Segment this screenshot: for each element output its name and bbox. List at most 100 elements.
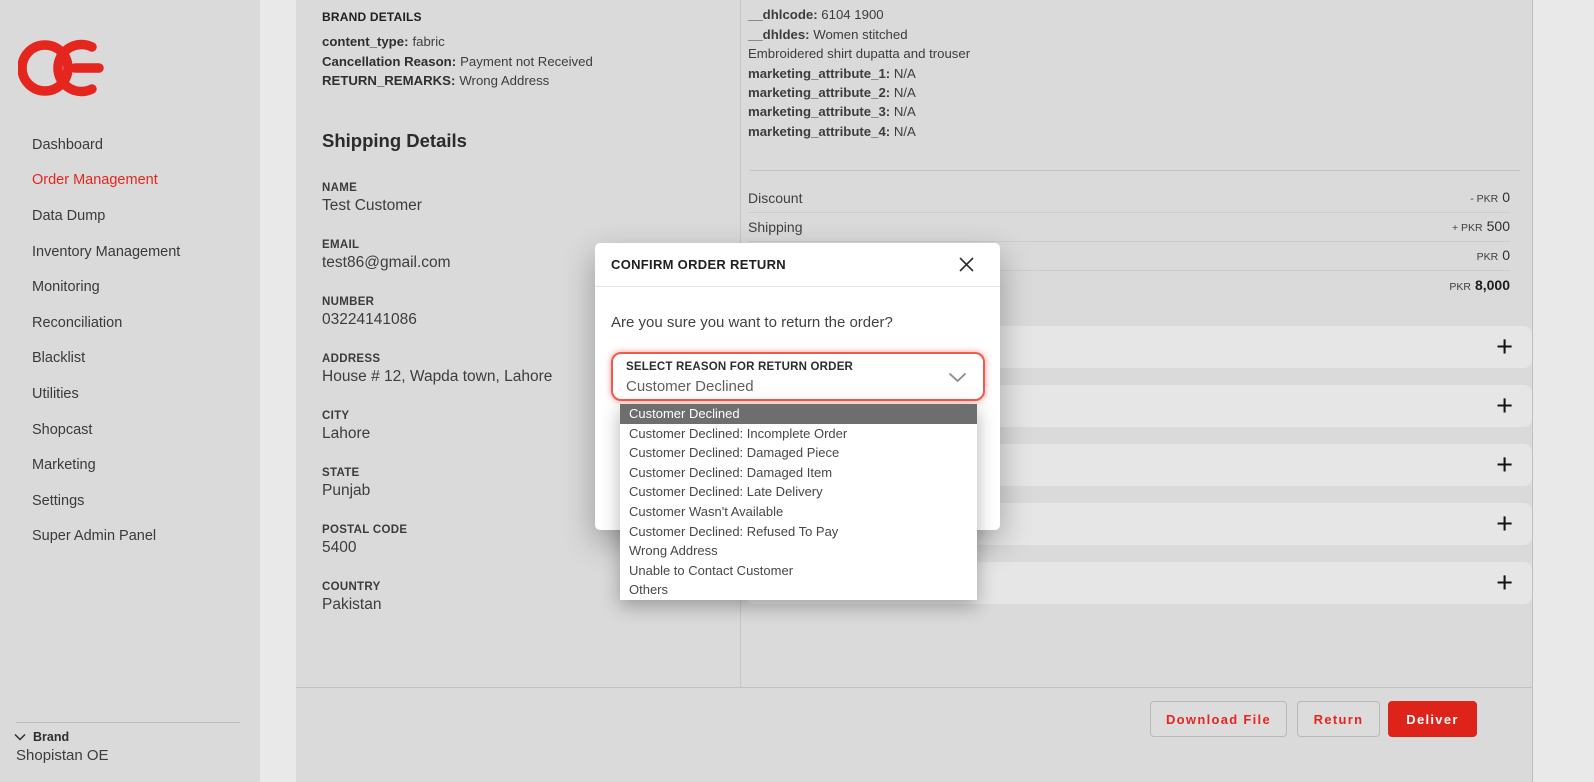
- amount-currency: PKR: [1477, 251, 1499, 263]
- brand-details-section: BRAND DETAILS content_type: fabric Cancel…: [322, 10, 722, 91]
- attr-value: S: [781, 0, 790, 3]
- oe-logo-icon: [18, 36, 104, 105]
- brand-detail-line: RETURN_REMARKS: Wrong Address: [322, 71, 722, 91]
- chevron-down-icon: [14, 733, 26, 741]
- attr-label: marketing_attribute_4:: [748, 124, 890, 139]
- page-root: Dashboard Order Management Data Dump Inv…: [0, 0, 1594, 782]
- amount-currency: - PKR: [1470, 193, 1498, 205]
- close-button[interactable]: [956, 255, 976, 275]
- product-attributes: size: S __dhlcode: 6104 1900 __dhldes: W…: [748, 0, 986, 141]
- detail-label: content_type:: [322, 34, 408, 49]
- return-reason-select[interactable]: SELECT REASON FOR RETURN ORDER Customer …: [611, 352, 985, 401]
- sidebar-item-utilities[interactable]: Utilities: [0, 376, 260, 412]
- reason-option-damaged-piece[interactable]: Customer Declined: Damaged Piece: [620, 443, 977, 463]
- attr-value: N/A: [894, 104, 916, 119]
- sidebar-item-shopcast[interactable]: Shopcast: [0, 412, 260, 448]
- sidebar-item-marketing[interactable]: Marketing: [0, 447, 260, 483]
- amount-value: 8,000: [1475, 277, 1510, 293]
- brand-detail-line: content_type: fabric: [322, 32, 722, 52]
- reason-option-late-delivery[interactable]: Customer Declined: Late Delivery: [620, 482, 977, 502]
- amount-label: Discount: [748, 190, 802, 206]
- amount-currency: + PKR: [1452, 222, 1483, 234]
- attr-label: marketing_attribute_1:: [748, 66, 890, 81]
- sidebar-item-reconciliation[interactable]: Reconciliation: [0, 305, 260, 341]
- amount-figure: - PKR 0: [1470, 189, 1510, 207]
- reason-option-incomplete-order[interactable]: Customer Declined: Incomplete Order: [620, 424, 977, 444]
- amount-row-shipping: Shipping + PKR 500: [748, 213, 1510, 242]
- sidebar-item-blacklist[interactable]: Blacklist: [0, 341, 260, 377]
- sidebar-footer-divider: [16, 722, 240, 723]
- reason-option-customer-wasnt-available[interactable]: Customer Wasn't Available: [620, 502, 977, 522]
- field-value: Test Customer: [322, 197, 726, 215]
- sidebar-item-monitoring[interactable]: Monitoring: [0, 269, 260, 305]
- reason-option-damaged-item[interactable]: Customer Declined: Damaged Item: [620, 463, 977, 483]
- amount-value: 0: [1502, 247, 1510, 263]
- reason-select-value: Customer Declined: [626, 378, 754, 395]
- reason-option-others[interactable]: Others: [620, 580, 977, 600]
- download-file-button[interactable]: Download File: [1150, 701, 1287, 737]
- brand-name: Shopistan OE: [16, 747, 109, 764]
- amount-currency: PKR: [1449, 281, 1471, 293]
- amount-value: 0: [1502, 189, 1510, 205]
- attr-value: N/A: [894, 66, 916, 81]
- reason-option-unable-to-contact[interactable]: Unable to Contact Customer: [620, 561, 977, 581]
- brand-details-title: BRAND DETAILS: [322, 10, 722, 24]
- brand-detail-line: Cancellation Reason: Payment not Received: [322, 52, 722, 72]
- brand-selector[interactable]: Brand: [14, 730, 69, 744]
- detail-value: Payment not Received: [460, 54, 593, 69]
- modal-title: CONFIRM ORDER RETURN: [611, 257, 786, 272]
- brand-selector-label: Brand: [33, 730, 69, 744]
- detail-label: RETURN_REMARKS:: [322, 73, 455, 88]
- sidebar-item-inventory-management[interactable]: Inventory Management: [0, 234, 260, 270]
- shipping-details-title: Shipping Details: [322, 130, 467, 152]
- amount-figure: PKR 8,000: [1449, 277, 1510, 295]
- sidebar-item-dashboard[interactable]: Dashboard: [0, 127, 260, 163]
- amount-value: 500: [1487, 218, 1510, 234]
- product-attribute-line: marketing_attribute_2: N/A: [748, 83, 986, 102]
- sidebar: Dashboard Order Management Data Dump Inv…: [0, 0, 260, 782]
- chevron-down-icon: [948, 372, 967, 383]
- plus-icon: +: [1496, 510, 1513, 539]
- modal-header: CONFIRM ORDER RETURN: [595, 243, 1000, 287]
- amount-figure: + PKR 500: [1452, 218, 1510, 236]
- product-attribute-line: marketing_attribute_1: N/A: [748, 64, 986, 83]
- attr-label: __dhlcode:: [748, 7, 818, 22]
- attr-label: size:: [748, 0, 777, 3]
- plus-icon: +: [1496, 392, 1513, 421]
- reason-option-refused-to-pay[interactable]: Customer Declined: Refused To Pay: [620, 522, 977, 542]
- reason-option-wrong-address[interactable]: Wrong Address: [620, 541, 977, 561]
- field-label: NAME: [322, 182, 726, 194]
- footer-divider: [296, 687, 1533, 688]
- amount-figure: PKR0: [1477, 247, 1510, 265]
- sidebar-item-data-dump[interactable]: Data Dump: [0, 198, 260, 234]
- plus-icon: +: [1496, 569, 1513, 598]
- reason-option-customer-declined[interactable]: Customer Declined: [620, 404, 977, 424]
- attr-label: marketing_attribute_3:: [748, 104, 890, 119]
- return-button[interactable]: Return: [1297, 701, 1380, 737]
- attr-value: N/A: [894, 85, 916, 100]
- detail-label: Cancellation Reason:: [322, 54, 456, 69]
- detail-value: Wrong Address: [459, 73, 549, 88]
- sidebar-item-super-admin-panel[interactable]: Super Admin Panel: [0, 519, 260, 555]
- attr-value: N/A: [894, 124, 916, 139]
- amount-row-discount: Discount - PKR 0: [748, 184, 1510, 213]
- deliver-button[interactable]: Deliver: [1388, 701, 1477, 737]
- sidebar-nav: Dashboard Order Management Data Dump Inv…: [0, 127, 260, 554]
- amount-label: Shipping: [748, 219, 803, 235]
- product-attribute-line: __dhldes: Women stitched Embroidered shi…: [748, 25, 986, 64]
- product-attribute-line: marketing_attribute_3: N/A: [748, 102, 986, 121]
- sidebar-item-settings[interactable]: Settings: [0, 483, 260, 519]
- attr-value: 6104 1900: [821, 7, 883, 22]
- plus-icon: +: [1496, 451, 1513, 480]
- product-attribute-line: marketing_attribute_4: N/A: [748, 122, 986, 141]
- plus-icon: +: [1496, 333, 1513, 362]
- detail-value: fabric: [412, 34, 444, 49]
- return-reason-options-list: Customer Declined Customer Declined: Inc…: [620, 404, 977, 600]
- product-attribute-line: __dhlcode: 6104 1900: [748, 5, 986, 24]
- modal-message: Are you sure you want to return the orde…: [611, 314, 893, 331]
- sidebar-item-order-management[interactable]: Order Management: [0, 163, 260, 199]
- amounts-divider: [750, 170, 1520, 171]
- reason-select-label: SELECT REASON FOR RETURN ORDER: [626, 361, 853, 373]
- attr-label: __dhldes:: [748, 27, 810, 42]
- shipping-field-name: NAME Test Customer: [322, 182, 726, 215]
